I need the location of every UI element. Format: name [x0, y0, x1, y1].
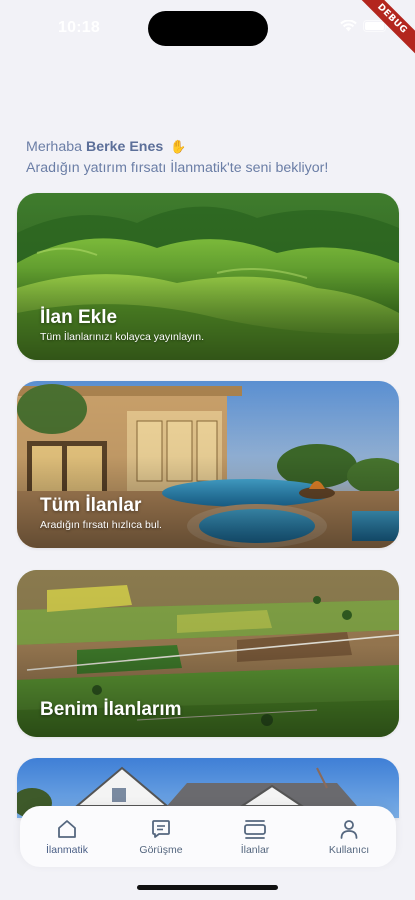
- status-icons: [340, 20, 389, 32]
- user-icon: [338, 818, 360, 840]
- card-add-listing[interactable]: İlan Ekle Tüm İlanlarınızı kolayca yayın…: [17, 193, 399, 360]
- chat-icon: [150, 818, 172, 840]
- home-icon: [56, 818, 78, 840]
- nav-item-ilanlar[interactable]: İlanlar: [208, 806, 302, 867]
- nav-item-ilanmatik[interactable]: İlanmatik: [20, 806, 114, 867]
- card-text: İlan Ekle Tüm İlanlarınızı kolayca yayın…: [40, 307, 204, 344]
- dynamic-island: [148, 11, 268, 46]
- card-all-listings[interactable]: Tüm İlanlar Aradığın fırsatı hızlıca bul…: [17, 381, 399, 548]
- greeting: Merhaba Berke Enes ✋ Aradığın yatırım fı…: [26, 137, 395, 178]
- nav-label: İlanmatik: [45, 844, 88, 856]
- listings-icon: [243, 818, 267, 840]
- card-title: Tüm İlanlar: [40, 495, 142, 516]
- nav-label: İlanlar: [240, 844, 270, 856]
- status-bar: 10:18 DEBUG: [0, 0, 415, 60]
- user-name: Berke Enes: [85, 139, 164, 155]
- card-text: Tüm İlanlar Aradığın fırsatı hızlıca bul…: [40, 495, 162, 532]
- card-subtitle: Tüm İlanlarınızı kolayca yayınlayın.: [40, 331, 204, 343]
- waving-hand-icon: ✋: [170, 140, 187, 155]
- card-text: Benim İlanlarım: [40, 699, 182, 721]
- greeting-prefix: Merhaba: [26, 139, 82, 155]
- status-time: 10:18: [58, 19, 100, 36]
- home-indicator[interactable]: [137, 885, 278, 890]
- greeting-subtitle: Aradığın yatırım fırsatı İlanmatik'te se…: [26, 160, 329, 176]
- bottom-navigation: İlanmatik Görüşme İlanlar Kullanıcı: [20, 806, 396, 867]
- nav-item-kullanici[interactable]: Kullanıcı: [302, 806, 396, 867]
- wifi-icon: [340, 20, 357, 32]
- nav-label: Görüşme: [139, 844, 183, 856]
- card-my-listings[interactable]: Benim İlanlarım: [17, 570, 399, 737]
- nav-label: Kullanıcı: [328, 844, 370, 856]
- greeting-line: Merhaba Berke Enes ✋: [26, 137, 395, 158]
- card-title: Benim İlanlarım: [40, 699, 182, 720]
- card-title: İlan Ekle: [40, 307, 118, 328]
- card-subtitle: Aradığın fırsatı hızlıca bul.: [40, 519, 162, 531]
- nav-item-gorusme[interactable]: Görüşme: [114, 806, 208, 867]
